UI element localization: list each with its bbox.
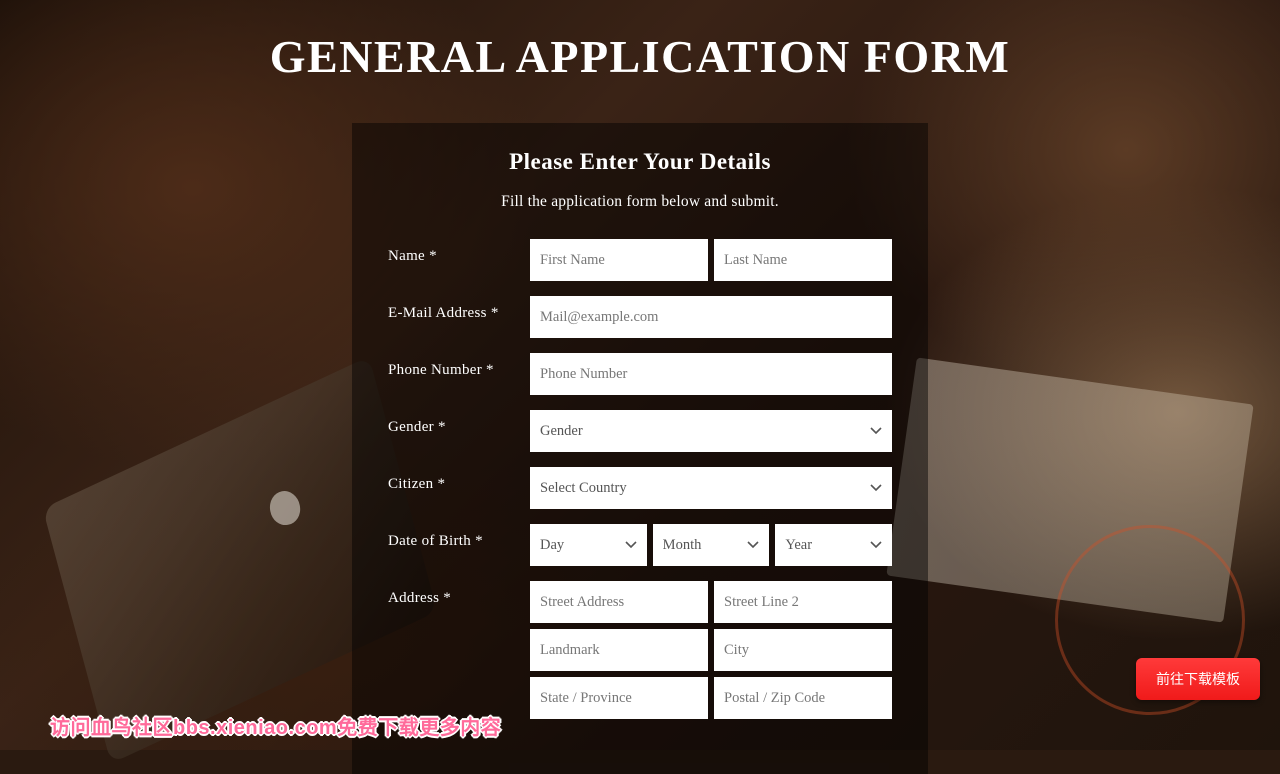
street2-input[interactable] bbox=[714, 581, 892, 623]
state-input[interactable] bbox=[530, 677, 708, 719]
country-select[interactable]: Select Country bbox=[530, 467, 892, 509]
dob-month-select[interactable]: Month bbox=[653, 524, 770, 566]
watermark-text: 访问血鸟社区bbs.xieniao.com免费下载更多内容 bbox=[50, 711, 501, 740]
page-title: GENERAL APPLICATION FORM bbox=[0, 0, 1280, 83]
gender-select[interactable]: Gender bbox=[530, 410, 892, 452]
label-dob: Date of Birth * bbox=[388, 524, 530, 550]
row-gender: Gender * Gender bbox=[388, 410, 892, 452]
row-address: Address * bbox=[388, 581, 892, 719]
row-email: E-Mail Address * bbox=[388, 296, 892, 338]
application-form: Please Enter Your Details Fill the appli… bbox=[352, 123, 928, 774]
row-name: Name * bbox=[388, 239, 892, 281]
label-citizen: Citizen * bbox=[388, 467, 530, 493]
first-name-input[interactable] bbox=[530, 239, 708, 281]
form-subtitle: Please Enter Your Details bbox=[388, 149, 892, 175]
landmark-input[interactable] bbox=[530, 629, 708, 671]
street-input[interactable] bbox=[530, 581, 708, 623]
row-dob: Date of Birth * Day Month Year bbox=[388, 524, 892, 566]
last-name-input[interactable] bbox=[714, 239, 892, 281]
postal-input[interactable] bbox=[714, 677, 892, 719]
label-phone: Phone Number * bbox=[388, 353, 530, 379]
phone-input[interactable] bbox=[530, 353, 892, 395]
label-address: Address * bbox=[388, 581, 530, 607]
dob-year-select[interactable]: Year bbox=[775, 524, 892, 566]
label-gender: Gender * bbox=[388, 410, 530, 436]
download-template-button[interactable]: 前往下载模板 bbox=[1136, 658, 1260, 700]
label-email: E-Mail Address * bbox=[388, 296, 530, 322]
email-input[interactable] bbox=[530, 296, 892, 338]
row-phone: Phone Number * bbox=[388, 353, 892, 395]
dob-day-select[interactable]: Day bbox=[530, 524, 647, 566]
row-citizen: Citizen * Select Country bbox=[388, 467, 892, 509]
city-input[interactable] bbox=[714, 629, 892, 671]
label-name: Name * bbox=[388, 239, 530, 265]
form-instruction: Fill the application form below and subm… bbox=[388, 193, 892, 211]
